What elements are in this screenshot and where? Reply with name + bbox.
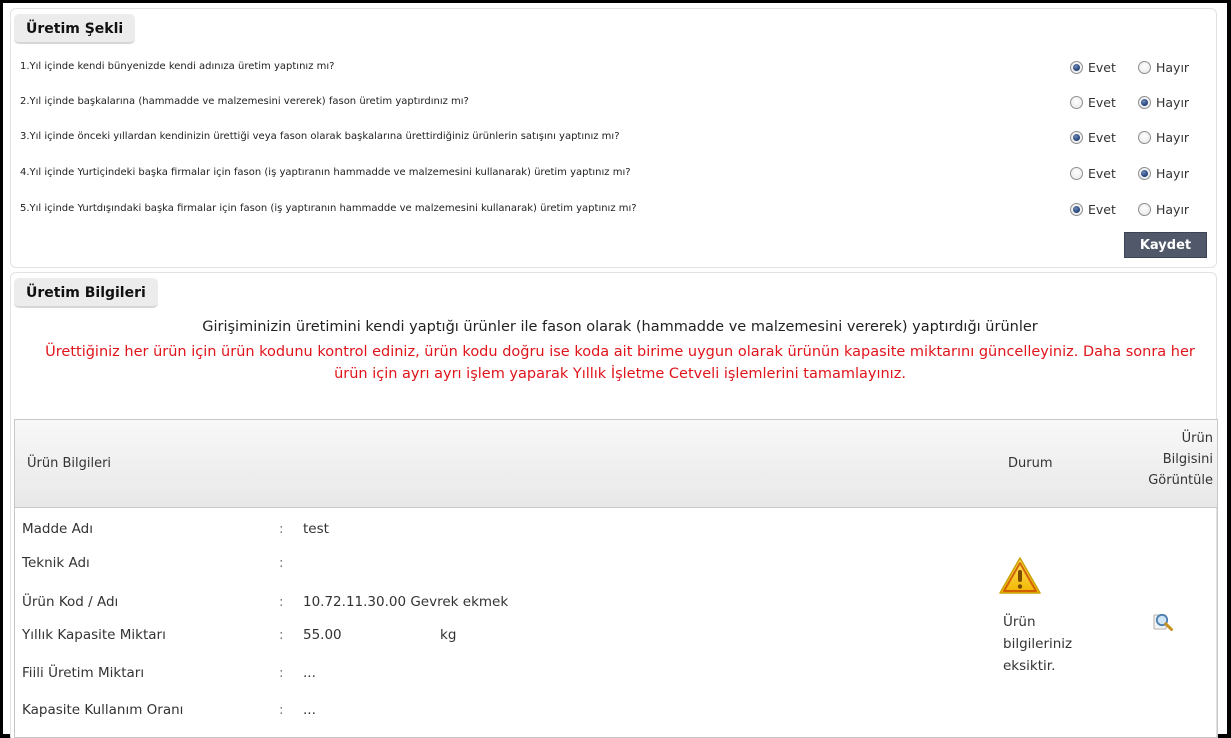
status-line-2: bilgileriniz [1003,636,1073,652]
save-button[interactable]: Kaydet [1124,232,1207,258]
radio-evet-2[interactable] [1070,96,1083,109]
radio-evet-5[interactable] [1070,203,1083,216]
info-label: Ürün Kod / Adı [22,594,119,610]
info-value: 55.00 [303,627,342,643]
question-text-2: 2.Yıl içinde başkalarına (hammadde ve ma… [20,96,469,107]
info-label: Teknik Adı [22,555,90,571]
info-value: 10.72.11.30.00 Gevrek ekmek [303,594,509,610]
label-hayir-1[interactable]: Hayır [1156,60,1189,75]
label-evet-2[interactable]: Evet [1088,95,1116,110]
label-evet-5[interactable]: Evet [1088,202,1116,217]
answer-group-3: Evet Hayır [1050,128,1210,148]
magnifier-icon[interactable] [1151,610,1175,634]
table-header: Ürün Bilgileri Durum Ürün Bilgisini Görü… [15,420,1217,508]
radio-evet-3[interactable] [1070,131,1083,144]
answer-group-2: Evet Hayır [1050,93,1210,113]
label-hayir-3[interactable]: Hayır [1156,130,1189,145]
question-text-5: 5.Yıl içinde Yurtdışındaki başka firmala… [20,203,637,214]
label-evet-4[interactable]: Evet [1088,166,1116,181]
info-value: test [303,521,329,537]
answer-group-4: Evet Hayır [1050,164,1210,184]
info-value: ... [303,702,316,718]
info-colon: : [279,665,284,681]
radio-evet-4[interactable] [1070,167,1083,180]
info-label: Yıllık Kapasite Miktarı [22,627,166,643]
radio-hayir-3[interactable] [1138,131,1151,144]
info-colon: : [279,555,284,571]
info-row-yillik-kapasite: Yıllık Kapasite Miktarı : 55.00 kg [22,627,622,649]
question-row-4: 4.Yıl içinde Yurtiçindeki başka firmalar… [20,164,1210,184]
info-label: Madde Adı [22,521,93,537]
question-text-4: 4.Yıl içinde Yurtiçindeki başka firmalar… [20,167,631,178]
info-value: ... [303,665,316,681]
question-text-3: 3.Yıl içinde önceki yıllardan kendinizin… [20,131,620,142]
uretim-bilgileri-title: Üretim Bilgileri [14,278,158,308]
info-description: Girişiminizin üretimini kendi yaptığı ür… [202,319,1038,335]
info-colon: : [279,521,284,537]
question-text-1: 1.Yıl içinde kendi bünyenizde kendi adın… [20,61,335,72]
warning-icon [999,557,1041,594]
status-message: Ürün bilgileriniz eksiktir. [1003,611,1093,677]
header-view-line-3: Görüntüle [1148,473,1213,488]
radio-hayir-2[interactable] [1138,96,1151,109]
info-unit: kg [440,627,457,643]
question-row-1: 1.Yıl içinde kendi bünyenizde kendi adın… [20,58,1210,78]
info-row-kapasite-kullanim: Kapasite Kullanım Oranı : ... [22,702,622,724]
info-colon: : [279,594,284,610]
label-evet-3[interactable]: Evet [1088,130,1116,145]
radio-evet-1[interactable] [1070,61,1083,74]
header-view-line-1: Ürün [1181,431,1213,446]
header-view-line-2: Bilgisini [1162,452,1213,467]
radio-hayir-5[interactable] [1138,203,1151,216]
header-urun-bilgisini-goruntule: Ürün Bilgisini Görüntüle [1113,428,1213,491]
info-colon: : [279,627,284,643]
question-row-2: 2.Yıl içinde başkalarına (hammadde ve ma… [20,93,1210,113]
info-label: Fiili Üretim Miktarı [22,665,145,681]
header-durum: Durum [1008,456,1053,471]
label-hayir-5[interactable]: Hayır [1156,202,1189,217]
question-row-3: 3.Yıl içinde önceki yıllardan kendinizin… [20,128,1210,148]
uretim-sekli-title: Üretim Şekli [14,14,136,44]
status-line-3: eksiktir. [1003,658,1056,674]
info-row-urun-kod: Ürün Kod / Adı : 10.72.11.30.00 Gevrek e… [22,594,622,616]
info-colon: : [279,702,284,718]
info-row-teknik-adi: Teknik Adı : [22,555,622,577]
answer-group-5: Evet Hayır [1050,200,1210,220]
answer-group-1: Evet Hayır [1050,58,1210,78]
radio-hayir-1[interactable] [1138,61,1151,74]
header-urun-bilgileri: Ürün Bilgileri [27,456,112,471]
info-label: Kapasite Kullanım Oranı [22,702,184,718]
info-row-fiili-uretim: Fiili Üretim Miktarı : ... [22,665,622,687]
label-evet-1[interactable]: Evet [1088,60,1116,75]
label-hayir-2[interactable]: Hayır [1156,95,1189,110]
status-line-1: Ürün [1003,614,1036,630]
label-hayir-4[interactable]: Hayır [1156,166,1189,181]
radio-hayir-4[interactable] [1138,167,1151,180]
warning-description: Ürettiğiniz her ürün için ürün kodunu ko… [45,344,1195,382]
info-row-madde-adi: Madde Adı : test [22,521,622,543]
question-row-5: 5.Yıl içinde Yurtdışındaki başka firmala… [20,200,1210,220]
